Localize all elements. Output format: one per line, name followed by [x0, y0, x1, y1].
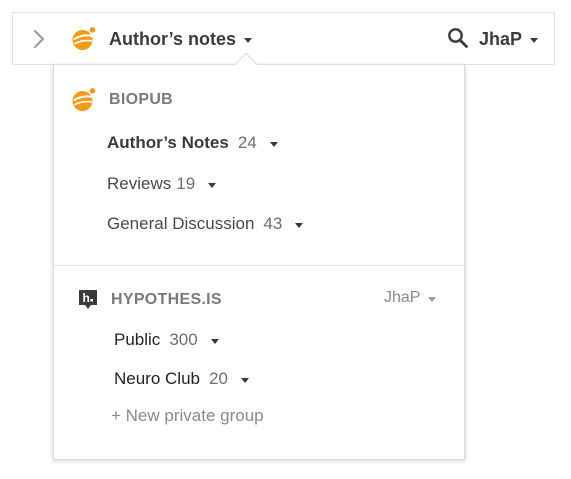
hypothesis-logo-icon: h [78, 289, 98, 311]
account-name: JhaP [384, 289, 421, 306]
user-name: JhaP [479, 28, 523, 49]
orange-orb-icon [71, 87, 97, 113]
chevron-down-icon[interactable] [210, 338, 219, 344]
chevron-down-icon [428, 296, 437, 302]
group-item-public[interactable]: Public 300 [114, 328, 219, 352]
group-item-label: Author’s Notes [107, 133, 229, 152]
chevron-down-icon [530, 37, 539, 43]
groups-dropdown: BIOPUB Author’s Notes 24 Reviews 19 Gene… [53, 64, 465, 460]
group-item-label: Public [114, 330, 161, 349]
chevron-down-icon [244, 37, 253, 43]
group-item-label: Neuro Club [114, 369, 200, 388]
biopub-section-header: BIOPUB [71, 87, 173, 113]
user-menu[interactable]: JhaP [479, 25, 539, 53]
top-bar: Author’s notes JhaP [12, 12, 555, 65]
section-name: HYPOTHES.IS [111, 291, 222, 308]
hypothesis-section-header: h HYPOTHES.IS [78, 289, 222, 311]
chevron-down-icon[interactable] [295, 222, 304, 228]
section-divider [54, 265, 464, 266]
chevron-down-icon[interactable] [269, 141, 278, 147]
section-name: BIOPUB [109, 91, 174, 108]
chevron-down-icon[interactable] [208, 182, 217, 188]
group-title: Author’s notes [109, 28, 237, 49]
group-item-neuro-club[interactable]: Neuro Club 20 [114, 367, 249, 391]
group-item-label: General Discussion [107, 214, 255, 233]
chevron-right-icon[interactable] [29, 26, 49, 52]
search-icon[interactable] [447, 27, 469, 49]
orange-orb-icon [71, 26, 97, 52]
new-private-group-link[interactable]: + New private group [111, 406, 264, 426]
group-item-count: 300 [169, 330, 198, 349]
group-item-authors-notes[interactable]: Author’s Notes 24 [107, 131, 278, 155]
group-item-count: 24 [237, 133, 257, 152]
group-selector[interactable]: Author’s notes [71, 24, 253, 54]
group-item-general-discussion[interactable]: General Discussion 43 [107, 212, 304, 236]
group-item-count: 19 [176, 174, 196, 193]
group-item-count: 20 [209, 369, 228, 388]
chevron-down-icon[interactable] [240, 377, 249, 383]
hypothesis-account-menu[interactable]: JhaP [384, 289, 437, 307]
group-item-reviews[interactable]: Reviews 19 [107, 172, 217, 196]
svg-text:h: h [83, 291, 90, 305]
group-item-label: Reviews [107, 174, 172, 193]
group-item-count: 43 [263, 214, 283, 233]
